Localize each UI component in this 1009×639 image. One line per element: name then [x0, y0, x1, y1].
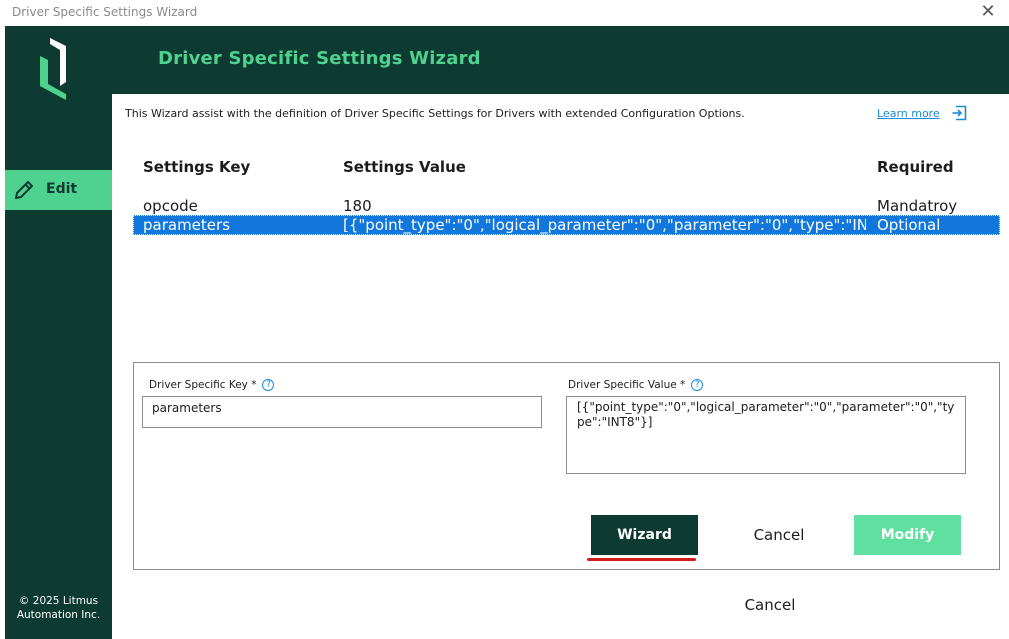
page-title: Driver Specific Settings Wizard [158, 48, 481, 69]
driver-specific-value-textarea[interactable]: [{"point_type":"0","logical_parameter":"… [566, 396, 966, 474]
edit-panel: Driver Specific Key *? parameters Driver… [133, 362, 1000, 570]
table-row[interactable]: opcode 180 Mandatroy [133, 196, 1000, 216]
driver-specific-key-input[interactable]: parameters [142, 396, 542, 428]
copyright-line-1: © 2025 Litmus [18, 595, 99, 607]
sidebar-item-label: Edit [46, 181, 78, 197]
column-header-required: Required [877, 158, 954, 176]
wizard-highlight-underline [587, 558, 696, 561]
cell-settings-value: 180 [343, 197, 372, 215]
driver-specific-key-label-text: Driver Specific Key * [149, 379, 257, 391]
column-header-settings-value: Settings Value [343, 158, 466, 176]
wizard-button[interactable]: Wizard [591, 515, 698, 555]
cell-settings-value: [{"point_type":"0","logical_parameter":"… [343, 216, 866, 234]
copyright-line-2: Automation Inc. [16, 609, 101, 621]
intro-text: This Wizard assist with the definition o… [125, 107, 745, 120]
help-icon[interactable]: ? [691, 379, 704, 391]
modify-button[interactable]: Modify [854, 515, 961, 555]
title-bar: Driver Specific Settings Wizard ✕ [0, 0, 1009, 26]
external-link-icon[interactable] [951, 105, 967, 121]
driver-specific-key-label: Driver Specific Key *? [149, 379, 275, 391]
sidebar [5, 26, 112, 639]
sidebar-item-edit[interactable]: Edit [5, 170, 112, 210]
copyright: © 2025 Litmus Automation Inc. [5, 594, 112, 622]
header: Driver Specific Settings Wizard [112, 26, 1009, 94]
wizard-window: Driver Specific Settings Wizard ✕ Edit ©… [0, 0, 1009, 639]
close-icon[interactable]: ✕ [975, 1, 1001, 23]
learn-more-link[interactable]: Learn more [877, 107, 940, 120]
cell-settings-key: parameters [143, 216, 231, 234]
pencil-icon [15, 181, 33, 199]
column-header-settings-key: Settings Key [143, 158, 251, 176]
cell-settings-key: opcode [143, 197, 198, 215]
cell-required: Mandatroy [877, 197, 958, 215]
table-row-selected[interactable]: parameters [{"point_type":"0","logical_p… [133, 215, 1000, 235]
cell-required: Optional [877, 216, 941, 234]
cancel-button[interactable]: Cancel [726, 515, 832, 555]
driver-specific-value-label-text: Driver Specific Value * [568, 379, 686, 391]
help-icon[interactable]: ? [262, 379, 275, 391]
litmus-logo-icon [40, 38, 66, 100]
dialog-cancel-button[interactable]: Cancel [715, 590, 825, 620]
driver-specific-value-label: Driver Specific Value *? [568, 379, 704, 391]
window-title: Driver Specific Settings Wizard [12, 5, 198, 19]
